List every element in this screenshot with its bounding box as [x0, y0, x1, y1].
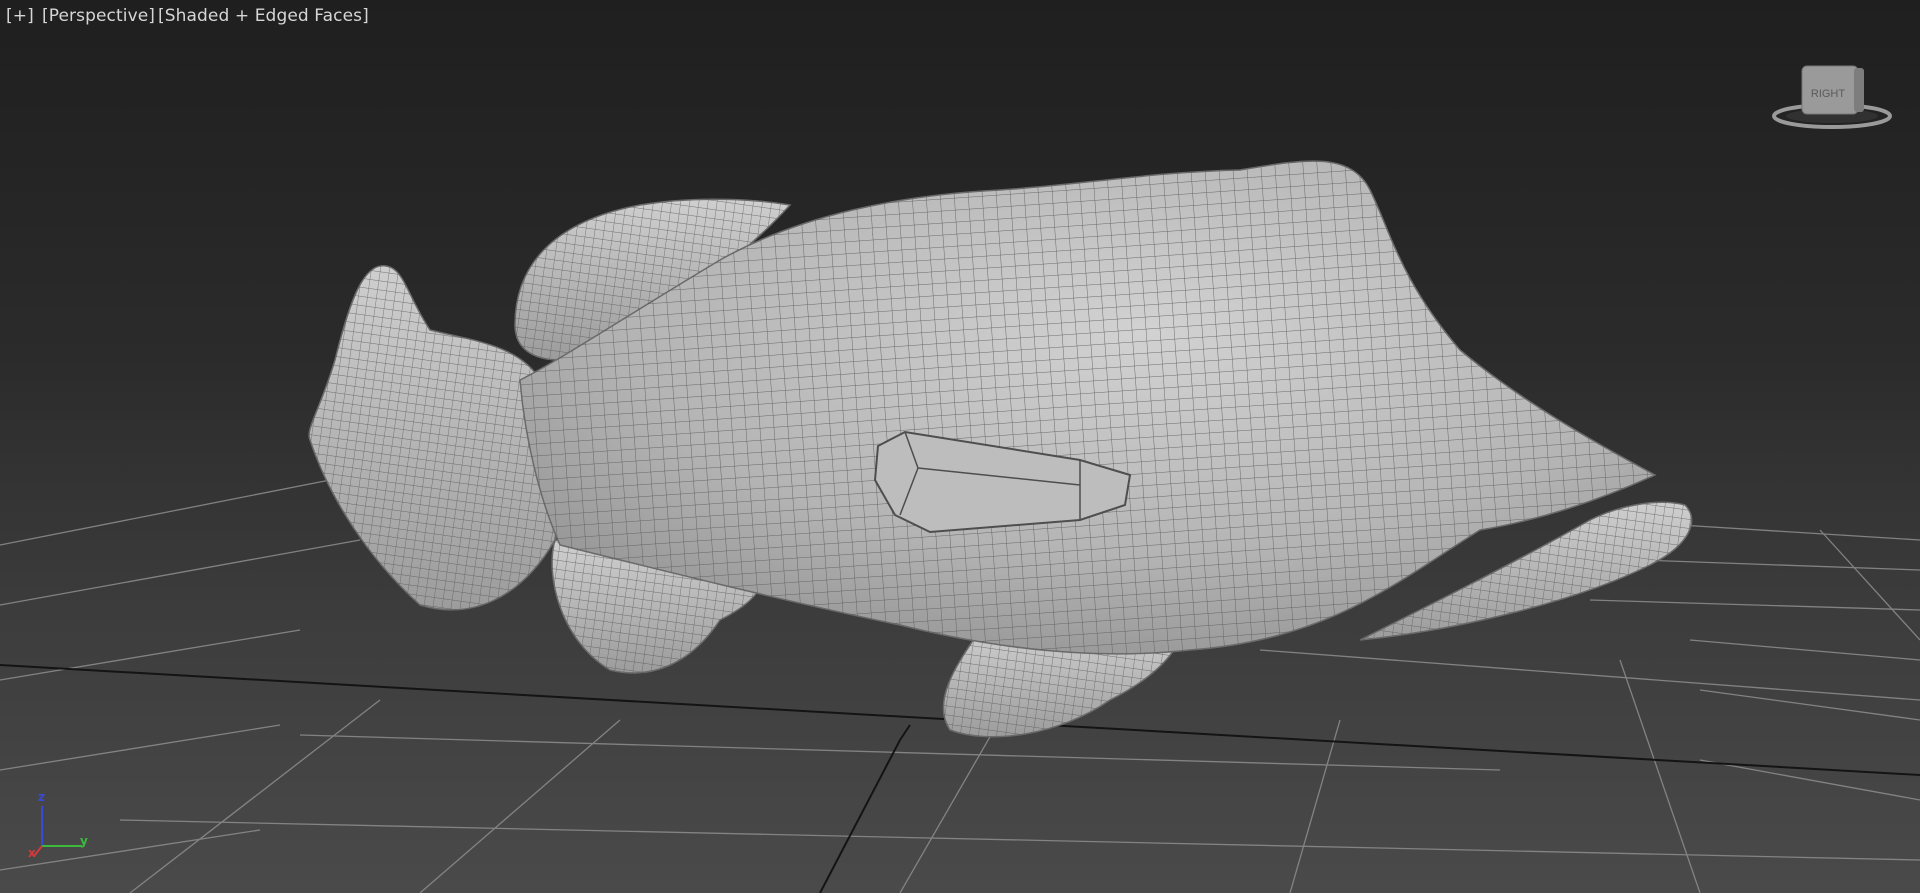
viewcube-face-label: RIGHT — [1811, 88, 1846, 100]
viewport-menu-button[interactable]: [+] — [6, 6, 34, 26]
axis-z-label: z — [38, 790, 45, 804]
axis-x-label: x — [28, 846, 36, 860]
viewcube-icon[interactable]: RIGHT — [1768, 58, 1896, 132]
perspective-viewport[interactable]: [+] [Perspective] [Shaded + Edged Faces]… — [0, 0, 1920, 893]
shading-mode-label[interactable]: [Shaded + Edged Faces] — [158, 6, 369, 26]
axis-tripod: z y x — [24, 790, 94, 862]
view-type-label[interactable]: [Perspective] — [42, 6, 155, 26]
viewport-scene — [0, 160, 1920, 893]
axis-y-label: y — [80, 834, 88, 848]
